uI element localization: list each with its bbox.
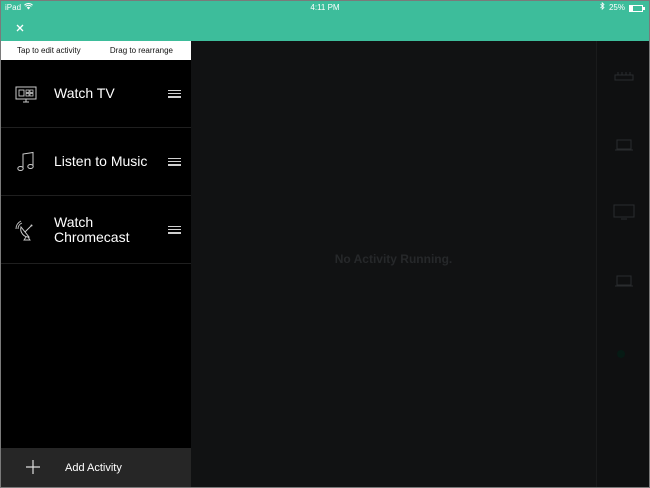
top-toolbar xyxy=(1,15,649,41)
drag-handle[interactable] xyxy=(168,89,181,98)
status-time: 4:11 PM xyxy=(310,3,340,12)
app-window: iPad 4:11 PM 25% Tap to edit activity Dr… xyxy=(0,0,650,488)
plus-icon xyxy=(25,459,41,475)
activity-label: Watch Chromecast xyxy=(54,213,130,245)
rearrange-hint: Drag to rearrange xyxy=(109,46,173,55)
battery-icon xyxy=(629,4,645,12)
empty-state-message: No Activity Running. xyxy=(334,252,453,266)
activity-listen-to-music[interactable]: Listen to Music xyxy=(1,128,191,196)
drag-handle[interactable] xyxy=(168,157,181,166)
activity-watch-tv[interactable]: Watch TV xyxy=(1,60,191,128)
add-activity-button[interactable]: Add Activity xyxy=(1,448,191,487)
status-bar: iPad 4:11 PM 25% xyxy=(1,1,649,15)
activity-label: Listen to Music xyxy=(54,153,148,169)
monitor-icon[interactable] xyxy=(613,204,635,220)
close-icon xyxy=(16,24,24,32)
activity-panel: Tap to edit activity Drag to rearrange W… xyxy=(1,41,191,487)
laptop-icon[interactable] xyxy=(613,273,635,289)
status-dot xyxy=(617,350,625,358)
hint-bar: Tap to edit activity Drag to rearrange xyxy=(1,41,191,60)
activity-label: Watch TV xyxy=(54,85,115,101)
battery-percent: 25% xyxy=(608,3,625,12)
laptop-icon[interactable] xyxy=(613,137,635,153)
satellite-dish-icon xyxy=(15,219,37,241)
add-activity-label: Add Activity xyxy=(65,461,122,474)
bluetooth-icon xyxy=(600,1,605,15)
music-note-icon xyxy=(15,151,37,173)
main-area: No Activity Running. xyxy=(191,41,596,487)
device-rail xyxy=(596,41,649,487)
tv-icon xyxy=(15,83,37,105)
edit-hint: Tap to edit activity xyxy=(17,46,81,55)
close-button[interactable] xyxy=(11,19,29,37)
activity-watch-chromecast[interactable]: Watch Chromecast xyxy=(1,196,191,264)
receiver-icon[interactable] xyxy=(613,69,635,85)
drag-handle[interactable] xyxy=(168,225,181,234)
